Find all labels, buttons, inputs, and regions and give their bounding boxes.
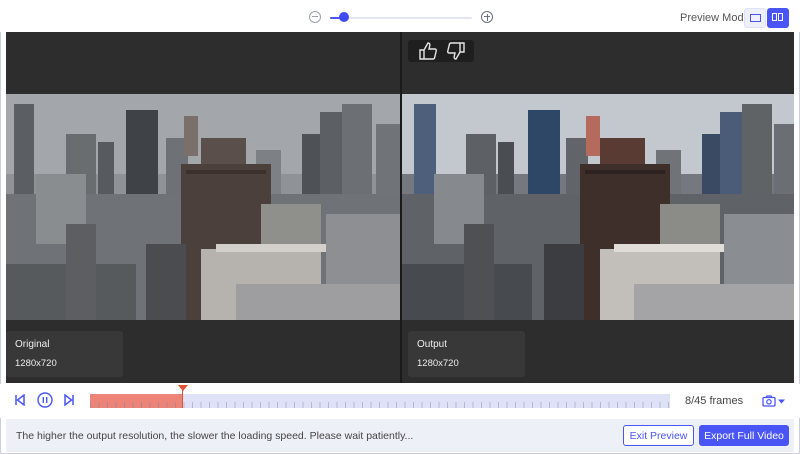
dropdown-arrow-icon <box>778 399 785 404</box>
frame-counter: 8/45 frames <box>685 395 744 407</box>
zoom-slider-track[interactable] <box>330 17 472 19</box>
output-video-frame <box>402 94 794 320</box>
skip-end-icon[interactable] <box>63 393 75 409</box>
camera-icon <box>762 395 785 407</box>
thumbs-up-icon[interactable] <box>417 41 439 61</box>
zoom-in-icon[interactable] <box>481 11 493 23</box>
original-video-frame <box>6 94 400 320</box>
original-preview <box>6 94 400 320</box>
exit-preview-button[interactable]: Exit Preview <box>623 425 694 446</box>
output-preview <box>402 94 794 320</box>
single-view-icon <box>750 14 761 22</box>
video-preview-area: Original 1280x720 Output 1280x720 <box>6 32 794 383</box>
thumbs-down-icon[interactable] <box>445 41 467 61</box>
output-resolution: 1280x720 <box>417 358 459 369</box>
zoom-out-icon[interactable] <box>309 11 321 23</box>
split-divider[interactable] <box>400 32 402 383</box>
output-caption: Output 1280x720 <box>408 331 525 377</box>
pause-icon[interactable] <box>37 392 53 411</box>
preview-mode-label: Preview Mode: <box>680 12 753 24</box>
playhead-line <box>182 386 184 408</box>
skip-start-icon[interactable] <box>14 393 26 409</box>
feedback-box <box>408 40 474 62</box>
single-view-button[interactable] <box>744 8 766 28</box>
output-label: Output <box>417 339 448 350</box>
original-caption: Original 1280x720 <box>6 331 123 377</box>
export-full-video-button[interactable]: Export Full Video <box>699 425 789 446</box>
split-view-icon <box>772 13 777 21</box>
top-toolbar: Preview Mode: <box>0 0 800 32</box>
split-view-button[interactable] <box>767 8 789 28</box>
original-label: Original <box>15 339 50 350</box>
original-resolution: 1280x720 <box>15 358 57 369</box>
zoom-slider-thumb[interactable] <box>339 12 350 22</box>
timeline-track[interactable] <box>90 394 670 408</box>
snapshot-button[interactable] <box>762 395 788 410</box>
timeline-ticks <box>90 402 670 408</box>
loading-notice: The higher the output resolution, the sl… <box>16 430 414 442</box>
